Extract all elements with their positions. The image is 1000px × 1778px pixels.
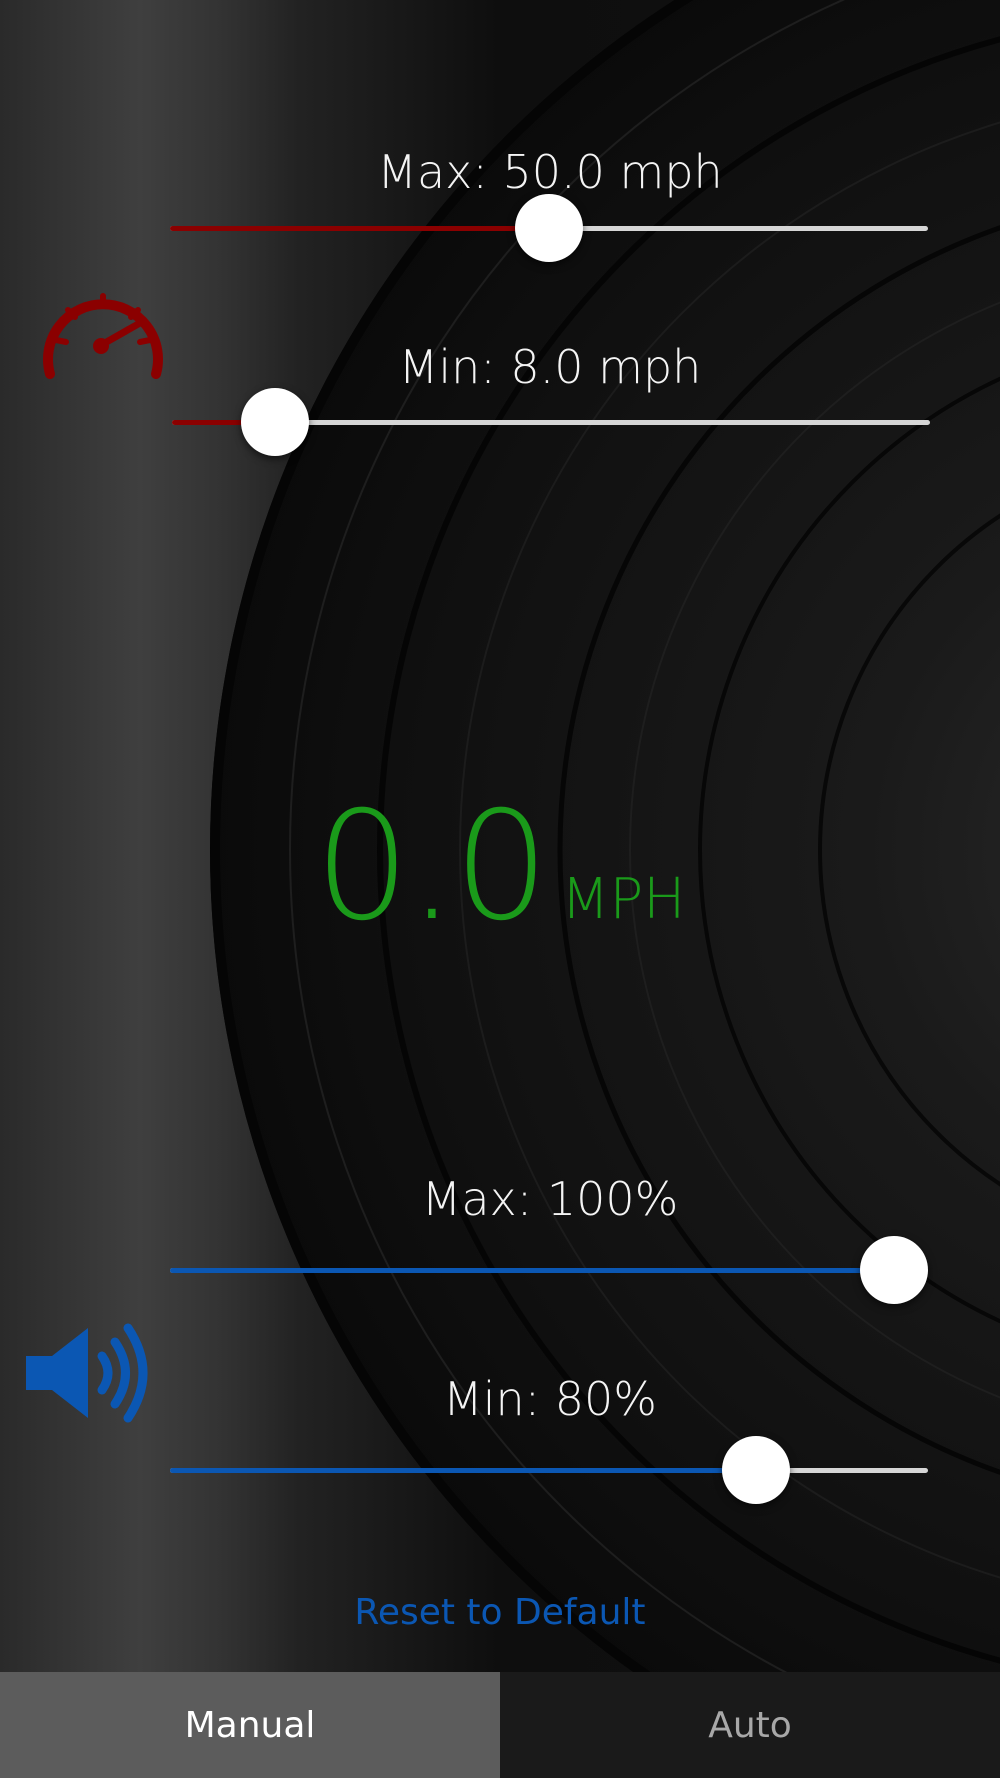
- tab-manual-label: Manual: [184, 1704, 316, 1746]
- slider-fill: [170, 1468, 756, 1473]
- slider-thumb[interactable]: [515, 194, 583, 262]
- max-speed-label: Max: 50.0 mph: [377, 145, 723, 199]
- tab-auto-label: Auto: [708, 1704, 792, 1746]
- min-volume-slider[interactable]: [170, 1436, 928, 1504]
- reset-to-default-button[interactable]: Reset to Default: [0, 1592, 1000, 1633]
- slider-thumb[interactable]: [722, 1436, 790, 1504]
- speed-readout: 0.0 MPH: [0, 780, 1000, 954]
- max-speed-slider[interactable]: [170, 194, 928, 262]
- speaker-icon: [26, 1323, 148, 1423]
- max-volume-label: Max: 100%: [421, 1172, 679, 1226]
- max-volume-slider[interactable]: [170, 1236, 928, 1304]
- slider-thumb[interactable]: [241, 388, 309, 456]
- min-speed-slider[interactable]: [172, 388, 930, 456]
- tab-bar: Manual Auto: [0, 1672, 1000, 1778]
- slider-fill: [170, 1268, 894, 1273]
- speed-value: 0.0: [314, 780, 550, 954]
- slider-fill: [170, 226, 549, 231]
- min-volume-label: Min: 80%: [443, 1372, 657, 1426]
- min-speed-label: Min: 8.0 mph: [398, 340, 702, 394]
- tab-auto[interactable]: Auto: [500, 1672, 1000, 1778]
- slider-thumb[interactable]: [860, 1236, 928, 1304]
- tab-manual[interactable]: Manual: [0, 1672, 500, 1778]
- speed-unit: MPH: [561, 867, 686, 932]
- speedometer-icon: [43, 293, 163, 379]
